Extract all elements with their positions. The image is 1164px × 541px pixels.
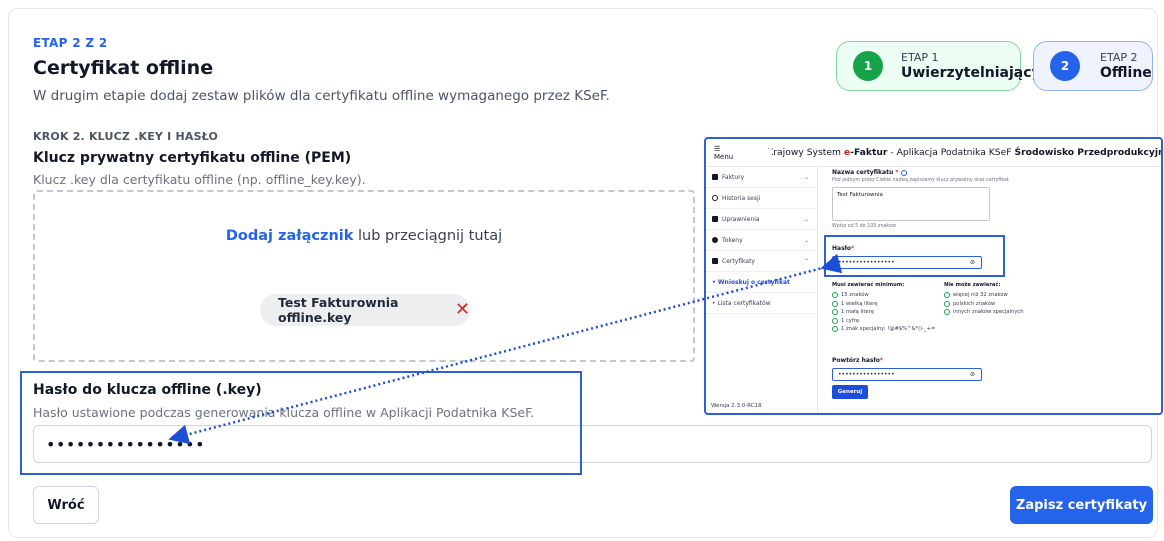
inset-version: Wersja 2.3.0-RC18	[711, 403, 762, 409]
inset-sidebar-item-request-cert: • Wnioskuj o certyfikat	[706, 272, 817, 293]
close-icon[interactable]: ✕	[455, 301, 470, 319]
file-chip: Test Fakturownia offline.key ✕	[260, 294, 470, 326]
inset-header: ☰ Menu Krajowy System e-Faktur - Aplikac…	[706, 139, 1161, 167]
inset-sidebar-item-permissions: Uprawnienia ⌄	[706, 209, 817, 230]
page-title: Certyfikat offline	[33, 57, 214, 79]
inset-sidebar-item-sessions: Historia sesji	[706, 188, 817, 209]
users-icon	[712, 216, 718, 222]
inset-generate-button: Generuj	[832, 385, 868, 399]
check-circle-icon	[832, 326, 838, 332]
certificate-icon	[712, 258, 718, 264]
eye-off-icon: ⊘	[969, 371, 975, 378]
ksef-app-screenshot: ☰ Menu Krajowy System e-Faktur - Aplikac…	[704, 137, 1163, 415]
inset-cert-name-input: Test Fakturownia	[832, 187, 990, 221]
check-circle-icon	[832, 300, 838, 307]
page-description: W drugim etapie dodaj zestaw plików dla …	[33, 88, 610, 104]
dropzone-hint: lub przeciągnij tutaj	[353, 228, 503, 244]
info-icon	[901, 169, 908, 176]
file-dropzone[interactable]: Dodaj załącznik lub przeciągnij tutaj Te…	[33, 190, 695, 362]
inset-menu-button: ☰ Menu	[714, 144, 734, 161]
add-attachment-link[interactable]: Dodaj załącznik	[226, 228, 354, 244]
check-circle-icon	[944, 300, 950, 307]
check-circle-icon	[832, 317, 838, 324]
inset-must-contain: Musi zawierać minimum: 15 znaków 1 wielk…	[832, 282, 936, 332]
inset-cert-name-label: Nazwa certyfikatu *	[832, 169, 1152, 176]
step-label: ETAP 2 Z 2	[33, 36, 108, 50]
file-name: Test Fakturownia offline.key	[278, 295, 399, 325]
pem-description: Klucz .key dla certyfikatu offline (np. …	[33, 172, 366, 187]
inset-password-highlight	[824, 235, 1005, 277]
inset-form: Nazwa certyfikatu * Pod jednym przez Cie…	[832, 169, 1152, 399]
dropzone-text: Dodaj załącznik lub przeciągnij tutaj	[35, 228, 693, 244]
stage-2-indicator: 2 ETAP 2 Offline	[1033, 41, 1153, 91]
inset-sidebar-item-cert-list: • Lista certyfikatów	[706, 293, 817, 314]
step-2-label: KROK 2. KLUCZ .KEY I HASŁO	[33, 130, 219, 143]
stage-1-indicator: 1 ETAP 1 Uwierzytelniający	[836, 41, 1041, 91]
stage-2-number: 2	[1050, 51, 1080, 81]
inset-sidebar-item-invoices: Faktury ⌄	[706, 167, 817, 188]
password-highlight-frame	[20, 371, 582, 475]
inset-sidebar-item-certificates: Certyfikaty ⌃	[706, 251, 817, 272]
inset-repeat-input: •••••••••••••••• ⊘	[832, 368, 982, 381]
stage-1-number: 1	[853, 51, 883, 81]
check-circle-icon	[832, 292, 838, 298]
stage-1-name: Uwierzytelniający	[901, 65, 1041, 81]
inset-repeat-label: Powtórz hasło*	[832, 357, 883, 364]
check-circle-icon	[832, 309, 838, 315]
back-button[interactable]: Wróć	[33, 486, 99, 524]
token-icon	[712, 237, 718, 243]
check-circle-icon	[944, 309, 950, 315]
inset-repeat-group: Powtórz hasło* •••••••••••••••• ⊘	[832, 357, 982, 381]
stage-2-label: ETAP 2	[1100, 51, 1138, 64]
inset-cert-counter: Wpisz od 5 do 100 znaków	[832, 224, 896, 229]
inset-cert-name-hint: Pod jednym przez Ciebie nazwą zapiszemy …	[832, 178, 1009, 183]
stage-1-label: ETAP 1	[901, 51, 939, 64]
clock-icon	[712, 195, 718, 201]
inset-cannot-contain: Nie może zawierać: więcej niż 32 znaków …	[944, 282, 1024, 315]
stage-2-name: Offline	[1100, 65, 1152, 81]
inset-sidebar-item-tokens: Tokeny ⌄	[706, 230, 817, 251]
check-circle-icon	[944, 292, 950, 298]
inset-title: Krajowy System e-Faktur - Aplikacja Poda…	[767, 147, 1163, 158]
document-icon	[712, 174, 718, 180]
inset-sidebar: Faktury ⌄ Historia sesji Uprawnienia ⌄ Tok…	[706, 167, 818, 413]
pem-title: Klucz prywatny certyfikatu offline (PEM)	[33, 150, 352, 166]
save-certificates-button[interactable]: Zapisz certyfikaty	[1010, 486, 1153, 524]
